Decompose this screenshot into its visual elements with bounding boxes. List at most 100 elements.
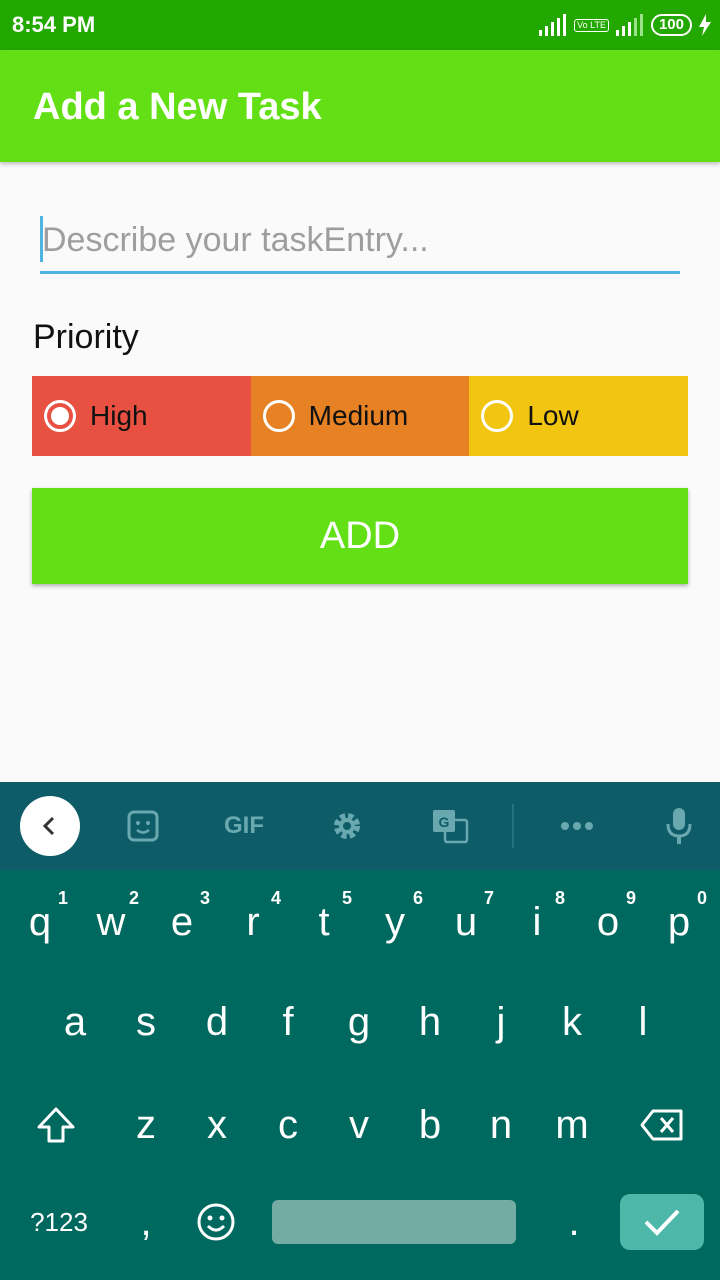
emoji-icon [197,1203,235,1241]
priority-low-option[interactable]: Low [469,376,689,456]
sticker-icon [127,810,159,842]
battery-icon: 100 [650,14,692,36]
key-g[interactable]: g [323,972,395,1072]
key-hint: 8 [554,888,565,908]
space-key[interactable] [272,1200,516,1244]
priority-low-label: Low [527,400,579,431]
add-button[interactable]: ADD [32,488,688,584]
key-m[interactable]: m [536,1075,608,1175]
key-label: g [347,999,371,1044]
microphone-icon [666,808,692,844]
key-label: l [638,999,648,1044]
radio-unchecked-icon [481,400,514,432]
key-label: i [532,899,542,944]
key-label: w [96,899,126,944]
keyboard-back-button[interactable] [20,796,80,856]
comma-key[interactable]: , [110,1172,182,1272]
key-n[interactable]: n [465,1075,537,1175]
key-label: k [562,999,582,1044]
backspace-key[interactable] [626,1075,698,1175]
key-b[interactable]: b [394,1075,466,1175]
priority-high-option[interactable]: High [32,376,251,456]
key-label: o [596,899,620,944]
key-r[interactable]: r4 [217,872,289,972]
settings-button[interactable] [322,796,372,856]
key-u[interactable]: u7 [430,872,502,972]
key-a[interactable]: a [39,972,111,1072]
key-hint: 7 [483,888,494,908]
status-bar: 8:54 PM Vo LTE 100 [0,0,720,50]
key-label: c [278,1102,298,1147]
shift-icon [37,1107,75,1143]
key-v[interactable]: v [323,1075,395,1175]
key-hint: 0 [696,888,707,908]
key-f[interactable]: f [252,972,324,1072]
key-label: e [170,899,194,944]
key-j[interactable]: j [465,972,537,1072]
key-hint: 3 [199,888,210,908]
signal-icon [539,14,567,36]
key-o[interactable]: o9 [572,872,644,972]
radio-checked-icon [44,400,76,432]
gif-button[interactable]: GIF [214,796,274,856]
symbols-key[interactable]: ?123 [14,1200,104,1244]
priority-medium-label: Medium [308,400,409,431]
emoji-key[interactable] [180,1172,252,1272]
key-p[interactable]: p0 [643,872,715,972]
task-input-container [40,210,680,280]
key-hint: 2 [128,888,139,908]
key-t[interactable]: t5 [288,872,360,972]
key-label: r [246,899,260,944]
key-k[interactable]: k [536,972,608,1072]
key-label: m [555,1102,589,1147]
priority-medium-option[interactable]: Medium [250,376,470,456]
svg-text:G: G [439,814,450,830]
key-hint: 6 [412,888,423,908]
key-label: n [489,1102,513,1147]
key-label: p [667,899,691,944]
backspace-icon [640,1109,683,1141]
more-horizontal-icon [561,822,593,830]
key-label: h [418,999,442,1044]
key-l[interactable]: l [607,972,679,1072]
key-i[interactable]: i8 [501,872,573,972]
translate-icon: G [433,810,469,844]
key-label: t [318,899,330,944]
check-icon [644,1209,680,1236]
translate-button[interactable]: G [425,796,475,856]
chevron-left-icon [20,796,80,856]
voice-input-button[interactable] [654,796,704,856]
done-key[interactable] [620,1194,704,1250]
key-q[interactable]: q1 [4,872,76,972]
key-hint: 1 [57,888,68,908]
priority-label: Priority [33,318,139,356]
key-h[interactable]: h [394,972,466,1072]
task-description-input[interactable] [40,210,680,274]
period-key[interactable]: . [538,1172,610,1272]
keyboard-toolbar: GIF G [0,782,720,870]
key-w[interactable]: w2 [75,872,147,972]
key-z[interactable]: z [110,1075,182,1175]
sticker-button[interactable] [118,796,168,856]
key-label: a [63,999,87,1044]
shift-key[interactable] [20,1075,92,1175]
key-label: v [349,1102,369,1147]
key-label: d [205,999,229,1044]
key-e[interactable]: e3 [146,872,218,972]
key-label: u [454,899,478,944]
key-c[interactable]: c [252,1075,324,1175]
key-y[interactable]: y6 [359,872,431,972]
radio-unchecked-icon [262,400,295,432]
key-d[interactable]: d [181,972,253,1072]
gear-icon [334,813,360,839]
more-button[interactable] [552,796,602,856]
status-icons: Vo LTE 100 [538,10,712,40]
priority-high-label: High [90,400,148,431]
key-hint: 5 [341,888,352,908]
key-x[interactable]: x [181,1075,253,1175]
key-label: j [496,999,506,1044]
key-label: y [385,899,405,944]
text-cursor [40,216,43,262]
key-s[interactable]: s [110,972,182,1072]
page-title: Add a New Task [33,86,322,128]
